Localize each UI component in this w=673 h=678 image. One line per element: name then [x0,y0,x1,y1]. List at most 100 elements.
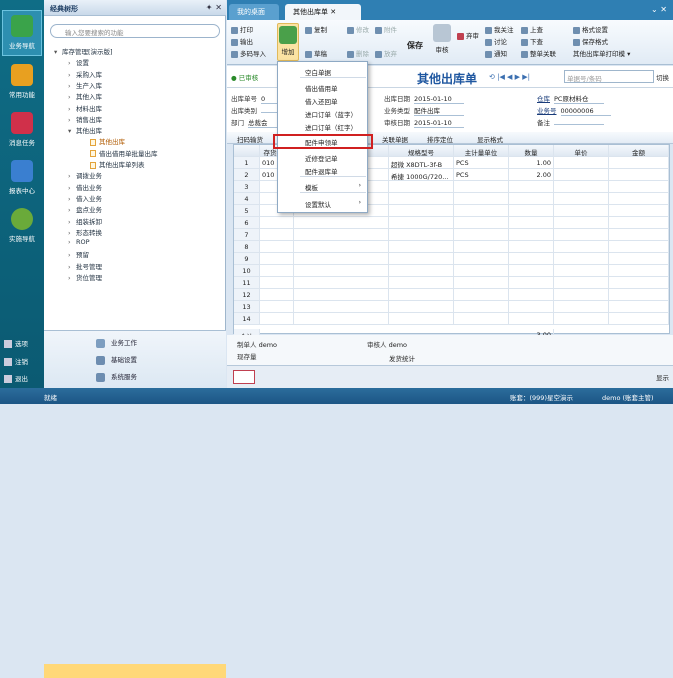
table-cell[interactable] [609,217,669,229]
form-field[interactable]: 备注 [537,117,604,127]
whole-link-button[interactable]: 整单关联 [521,48,556,58]
table-cell[interactable] [609,193,669,205]
table-cell[interactable] [260,217,294,229]
window-controls[interactable]: ⌄ ✕ [651,5,667,14]
table-cell[interactable] [609,157,669,169]
table-cell[interactable] [260,265,294,277]
table-cell[interactable] [509,289,554,301]
tree-item[interactable]: 其他出库单列表 [82,159,145,169]
table-cell[interactable] [260,289,294,301]
tree-item[interactable]: › 组装拆卸 [68,216,102,226]
unaudit-button[interactable]: 弃审 [457,30,479,40]
nav-report[interactable]: 报表中心 [2,156,42,202]
table-cell[interactable] [389,289,454,301]
table-cell[interactable] [294,229,389,241]
table-cell[interactable] [509,301,554,313]
table-cell[interactable] [554,217,609,229]
menu-item[interactable]: 配件退库单 [278,164,367,176]
row-number[interactable]: 12 [234,289,260,301]
table-cell[interactable] [509,313,554,325]
close-icon[interactable]: ✕ [330,8,336,16]
pin-icon[interactable]: ✦ ✕ [206,3,222,12]
tree-item[interactable]: › 借入业务 [68,193,102,203]
table-cell[interactable] [294,241,389,253]
table-cell[interactable] [389,181,454,193]
table-cell[interactable] [554,289,609,301]
tree-search-input[interactable]: 输入您要搜索的功能 [50,24,220,38]
table-cell[interactable] [509,217,554,229]
table-cell[interactable] [389,229,454,241]
format-settings-button[interactable]: 格式设置 [573,24,608,34]
abandon-button[interactable]: 放弃 [375,48,397,58]
first-query-button[interactable]: 上查 [521,24,543,34]
table-cell[interactable] [260,301,294,313]
table-cell[interactable] [454,313,509,325]
tab-other-outbound[interactable]: 其他出库单 ✕ [285,4,361,20]
tree-item[interactable]: › 设置 [68,57,89,67]
draft-button[interactable]: 草稿 [305,48,327,58]
table-cell[interactable] [294,265,389,277]
table-cell[interactable] [454,229,509,241]
table-cell[interactable] [509,277,554,289]
table-cell[interactable] [294,217,389,229]
table-cell[interactable] [454,265,509,277]
barcode-icon[interactable] [233,370,255,384]
table-cell[interactable] [389,241,454,253]
tree-item[interactable]: › 盘点业务 [68,204,102,214]
table-cell[interactable] [389,277,454,289]
related-docs-button[interactable]: 关联单据 [382,134,408,144]
scan-input-button[interactable]: 扫码输货 [237,134,263,144]
form-field[interactable]: 业务号 00000006 [537,105,611,116]
menu-item[interactable]: 借出借用单 [278,81,367,93]
table-cell[interactable]: 希捷 1000G/720... [389,169,454,181]
row-number[interactable]: 11 [234,277,260,289]
notify-button[interactable]: 通知 [485,48,507,58]
table-cell[interactable] [554,313,609,325]
tree-item[interactable]: › 材料出库 [68,103,102,113]
table-cell[interactable] [554,181,609,193]
table-cell[interactable] [294,289,389,301]
table-cell[interactable] [554,253,609,265]
delete-button[interactable]: 删除 [347,48,369,58]
tree-item[interactable]: 借出借用单批量出库 [82,148,158,158]
print-template-select[interactable]: 其他出库单打印模 ▾ [573,48,630,58]
table-cell[interactable] [554,241,609,253]
row-number[interactable]: 9 [234,253,260,265]
form-field[interactable]: 出库日期 2015-01-10 [384,93,464,104]
table-cell[interactable] [609,301,669,313]
sort-locate-button[interactable]: 排序定位 [427,134,453,144]
next-query-button[interactable]: 下查 [521,36,543,46]
attach-button[interactable]: 附件 [375,24,397,34]
table-cell[interactable] [454,241,509,253]
table-cell[interactable] [554,157,609,169]
table-cell[interactable] [609,289,669,301]
table-cell[interactable] [389,313,454,325]
tab-business-work[interactable]: 业务工作 [96,337,137,348]
menu-item[interactable]: 设置默认 › [278,197,367,209]
table-cell[interactable] [389,193,454,205]
options-button[interactable]: 选项 [4,338,28,348]
table-cell[interactable] [609,181,669,193]
row-number[interactable]: 14 [234,313,260,325]
tree-item[interactable]: › 其他入库 [68,91,102,101]
table-cell[interactable] [509,193,554,205]
row-number[interactable]: 4 [234,193,260,205]
table-cell[interactable] [509,229,554,241]
table-cell[interactable]: PCS [454,157,509,169]
table-cell[interactable] [389,217,454,229]
table-cell[interactable] [260,241,294,253]
save-format-button[interactable]: 保存格式 [573,36,608,46]
table-cell[interactable] [554,205,609,217]
tree-item[interactable]: › ROP [68,238,90,246]
add-button[interactable]: 增加 [277,23,299,61]
table-cell[interactable] [554,301,609,313]
table-cell[interactable] [294,253,389,265]
table-cell[interactable] [389,265,454,277]
switch-button[interactable]: 切换 [656,72,669,82]
tree-item[interactable]: › 预留 [68,249,89,259]
tree-item[interactable]: › 形态转换 [68,227,102,237]
tree-item[interactable]: ▾ 库存管理[演示版] [54,46,113,56]
follow-button[interactable]: 我关注 [485,24,514,34]
table-cell[interactable]: 2.00 [509,169,554,181]
table-cell[interactable] [454,253,509,265]
